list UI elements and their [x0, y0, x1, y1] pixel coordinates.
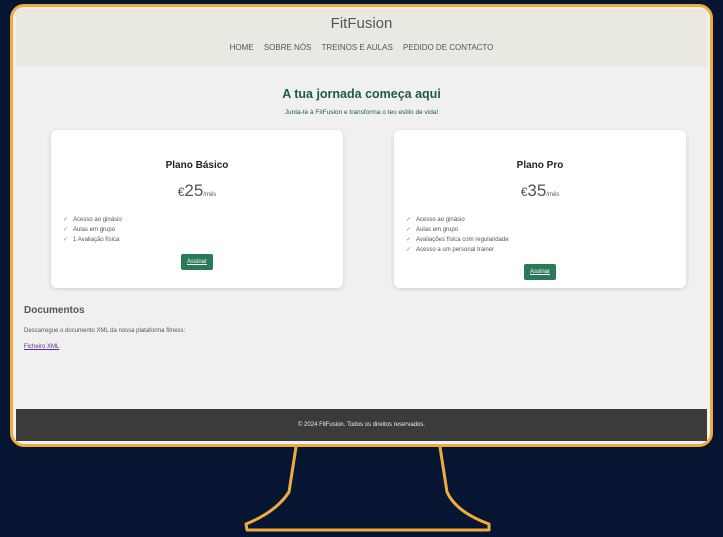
monitor-stand: [244, 446, 491, 532]
